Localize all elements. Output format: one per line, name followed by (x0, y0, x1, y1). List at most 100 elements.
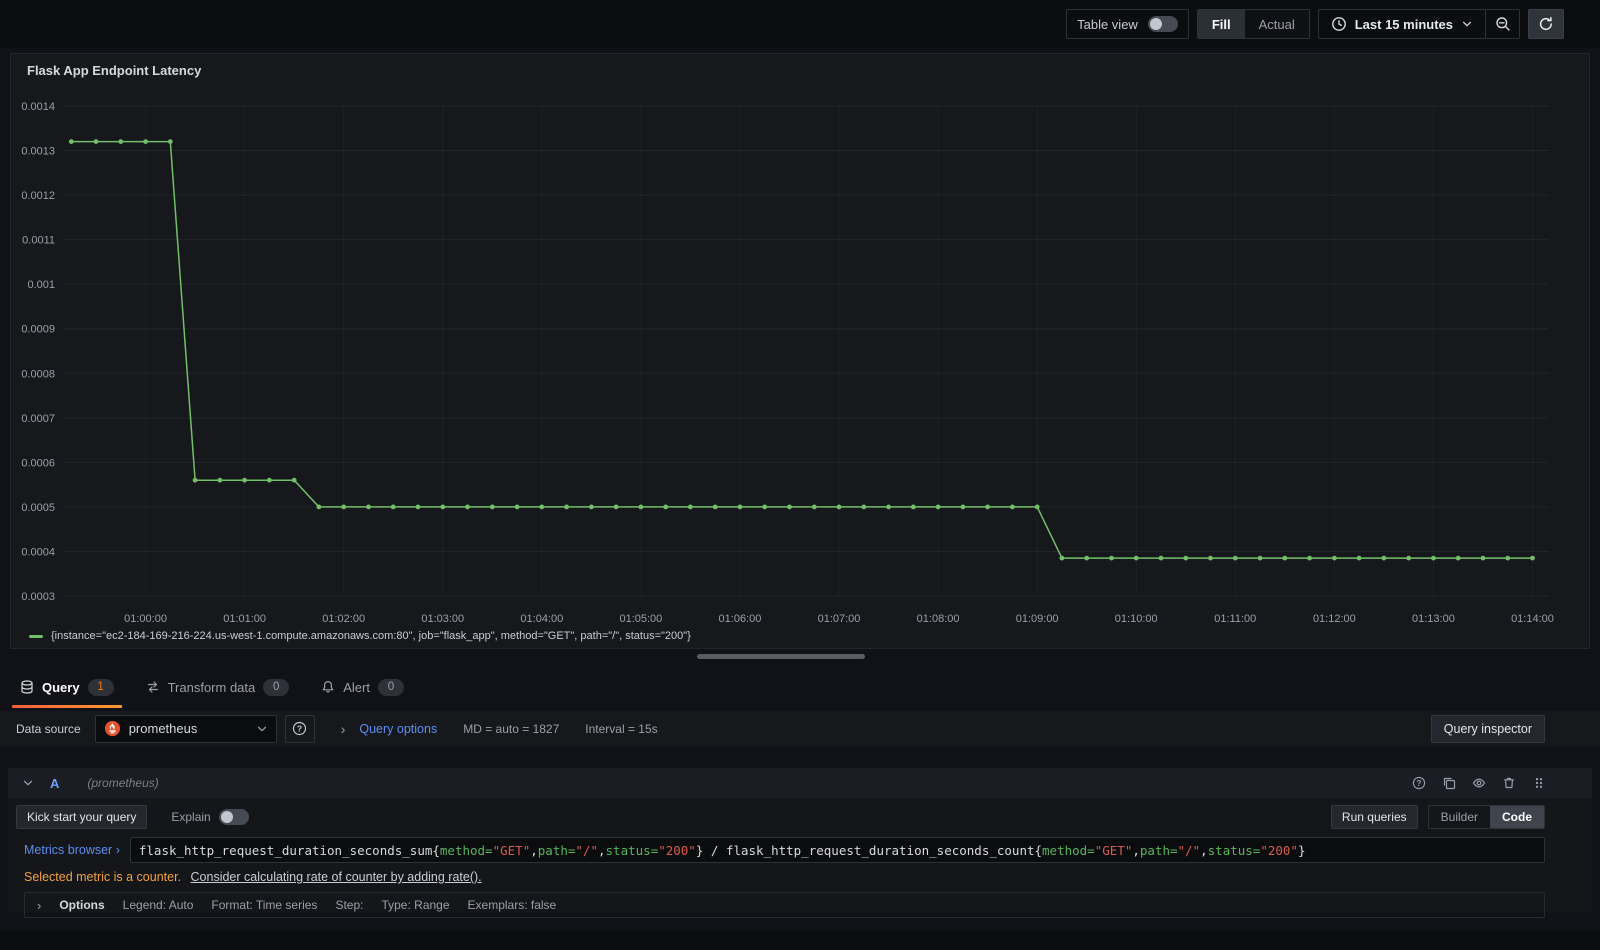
tab-transform-data[interactable]: Transform data 0 (136, 666, 300, 708)
transform-icon (146, 680, 160, 694)
query-options-chevron-icon[interactable]: › (341, 721, 346, 737)
query-help-button[interactable]: ? (1412, 776, 1426, 790)
options-chevron-icon[interactable]: › (37, 898, 41, 913)
latency-chart-canvas[interactable]: 0.0014 0.0013 0.0012 0.0011 0.001 0.0009 0.000… (11, 84, 1591, 624)
query-options-toggle[interactable]: Query options (359, 722, 437, 736)
delete-query-button[interactable] (1502, 776, 1516, 790)
counter-warning: Selected metric is a counter. Consider c… (24, 870, 1545, 884)
zoom-out-button[interactable] (1485, 10, 1519, 38)
svg-text:0.0014: 0.0014 (21, 101, 55, 113)
options-item-exemplars: Exemplars: false (467, 898, 557, 912)
max-data-points-text: MD = auto = 1827 (463, 721, 560, 736)
fill-button[interactable]: Fill (1197, 10, 1245, 38)
svg-text:01:02:00: 01:02:00 (322, 613, 365, 624)
svg-text:01:05:00: 01:05:00 (619, 613, 662, 624)
view-mode-group: Fill Actual (1196, 9, 1310, 39)
hide-query-button[interactable] (1472, 776, 1486, 790)
warning-text: Selected metric is a counter. (24, 870, 182, 884)
warning-rate-link[interactable]: Consider calculating rate of counter by … (191, 870, 482, 884)
svg-text:01:13:00: 01:13:00 (1412, 613, 1455, 624)
panel-editor-topbar: Table view Fill Actual Last 15 minutes (0, 0, 1600, 48)
options-item-legend: Legend: Auto (122, 898, 194, 912)
svg-text:01:09:00: 01:09:00 (1016, 613, 1059, 624)
tab-query-label: Query (42, 679, 80, 695)
actual-button[interactable]: Actual (1245, 10, 1309, 38)
refresh-button[interactable] (1528, 9, 1564, 39)
svg-text:0.0005: 0.0005 (21, 502, 55, 514)
svg-text:0.0006: 0.0006 (21, 457, 55, 469)
kick-start-query-button[interactable]: Kick start your query (16, 805, 148, 829)
svg-text:01:08:00: 01:08:00 (917, 613, 960, 624)
options-item-step: Step: (335, 898, 364, 912)
legend-item[interactable]: {instance="ec2-184-169-216-224.us-west-1… (29, 630, 691, 642)
svg-text:01:14:00: 01:14:00 (1511, 613, 1554, 624)
editor-mode-group: Builder Code (1427, 805, 1545, 829)
options-toggle[interactable]: Options (59, 898, 104, 912)
query-row-body: Kick start your query Explain Run querie… (8, 798, 1592, 918)
pane-divider (0, 649, 1600, 663)
svg-text:01:07:00: 01:07:00 (818, 613, 861, 624)
datasource-select[interactable]: prometheus (94, 714, 277, 743)
tab-transform-count: 0 (263, 678, 290, 696)
svg-text:?: ? (297, 724, 302, 734)
datasource-value: prometheus (128, 721, 198, 736)
options-item-format: Format: Time series (211, 898, 318, 912)
query-inspector-button[interactable]: Query inspector (1430, 714, 1545, 743)
datasource-help-button[interactable]: ? (284, 714, 315, 743)
svg-text:01:03:00: 01:03:00 (421, 613, 464, 624)
latency-panel: Flask App Endpoint Latency 0.0014 0.0013 0… (10, 53, 1590, 649)
svg-text:0.001: 0.001 (27, 279, 55, 291)
svg-text:0.0011: 0.0011 (22, 235, 55, 247)
run-queries-button[interactable]: Run queries (1330, 805, 1418, 829)
options-item-type: Type: Range (381, 898, 450, 912)
query-row-card: A (prometheus) ? Kick start your query E… (8, 768, 1592, 918)
time-range-label: Last 15 minutes (1354, 16, 1453, 32)
panel-title: Flask App Endpoint Latency (27, 63, 202, 78)
legend-series-label: {instance="ec2-184-169-216-224.us-west-1… (51, 630, 691, 642)
interval-text: Interval = 15s (585, 721, 658, 736)
svg-text:0.0003: 0.0003 (21, 591, 55, 603)
explain-label: Explain (171, 810, 211, 824)
tab-query-count: 1 (87, 678, 114, 696)
bell-icon (321, 680, 335, 694)
query-options-row: › Options Legend: Auto Format: Time seri… (24, 892, 1545, 918)
pane-resize-handle[interactable] (697, 654, 865, 659)
clock-icon (1331, 16, 1347, 32)
svg-text:01:06:00: 01:06:00 (719, 613, 762, 624)
explain-toggle[interactable] (218, 809, 249, 825)
code-mode-button[interactable]: Code (1490, 806, 1544, 828)
collapse-chevron-icon[interactable] (22, 777, 34, 789)
tab-alert-count: 0 (377, 678, 404, 696)
time-picker-group: Last 15 minutes (1317, 9, 1520, 39)
tab-query[interactable]: Query 1 (10, 666, 124, 708)
svg-text:0.0012: 0.0012 (21, 190, 55, 202)
chevron-right-icon: › (115, 843, 120, 857)
metrics-browser-button[interactable]: Metrics browser › (16, 843, 130, 857)
svg-text:01:00:00: 01:00:00 (124, 613, 167, 624)
query-row-header[interactable]: A (prometheus) ? (8, 768, 1592, 798)
duplicate-query-button[interactable] (1442, 776, 1456, 790)
query-datasource-hint: (prometheus) (87, 776, 159, 790)
query-ref-id: A (50, 775, 60, 791)
tab-transform-label: Transform data (167, 679, 256, 695)
chevron-down-icon (256, 723, 268, 735)
table-view-label: Table view (1077, 16, 1138, 32)
table-view-toggle[interactable] (1147, 16, 1178, 32)
question-circle-icon: ? (292, 721, 307, 736)
tab-alert-label: Alert (343, 679, 370, 695)
svg-text:0.0009: 0.0009 (21, 324, 55, 336)
query-code-input[interactable]: flask_http_request_duration_seconds_sum{… (129, 837, 1545, 863)
svg-text:01:01:00: 01:01:00 (223, 613, 266, 624)
svg-text:01:11:00: 01:11:00 (1214, 613, 1256, 624)
svg-text:0.0004: 0.0004 (21, 546, 55, 558)
svg-text:0.0013: 0.0013 (21, 146, 55, 158)
drag-handle-icon[interactable] (1532, 776, 1546, 790)
refresh-icon (1538, 16, 1554, 32)
table-view-control: Table view (1066, 9, 1189, 39)
svg-text:01:10:00: 01:10:00 (1115, 613, 1158, 624)
tab-alert[interactable]: Alert 0 (311, 666, 414, 708)
chevron-down-icon (1461, 18, 1473, 30)
svg-text:?: ? (1417, 779, 1422, 788)
builder-mode-button[interactable]: Builder (1429, 806, 1490, 828)
time-range-button[interactable]: Last 15 minutes (1319, 10, 1485, 38)
